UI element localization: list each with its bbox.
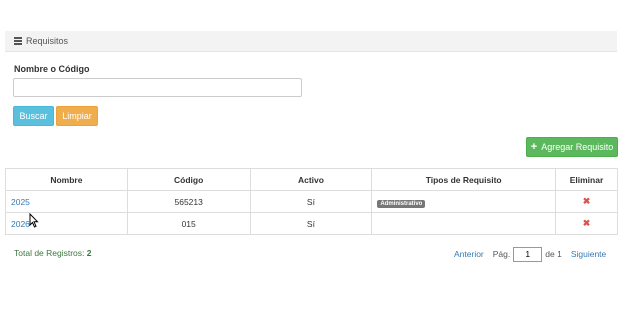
page-of-label: de 1 [545, 249, 562, 259]
total-records: Total de Registros: 2 [14, 248, 92, 258]
row-tipos [371, 212, 557, 235]
row-codigo: 565213 [126, 190, 251, 213]
column-header-eliminar: Eliminar [555, 168, 618, 191]
table-row: 2026 015 Sí ✖ [5, 212, 618, 235]
plus-icon: + [530, 140, 538, 153]
table-row: 2025 565213 Sí Administrativo ✖ [5, 190, 618, 213]
page-number-input[interactable] [513, 246, 543, 262]
row-activo: Sí [249, 190, 373, 213]
tipo-badge: Administrativo [377, 199, 426, 208]
close-icon[interactable]: ✖ [583, 196, 591, 206]
search-label: Nombre o Código [14, 64, 90, 74]
panel-header: Requisitos [5, 31, 617, 52]
column-header-nombre[interactable]: Nombre [5, 168, 128, 191]
mouse-cursor-icon [29, 213, 39, 228]
page-label: Pág. [492, 249, 511, 259]
prev-page-link[interactable]: Anterior [454, 249, 484, 259]
column-header-activo[interactable]: Activo [249, 168, 373, 191]
total-label: Total de Registros: [14, 248, 85, 258]
row-tipos: Administrativo [371, 190, 557, 213]
search-input[interactable] [13, 78, 302, 97]
total-value: 2 [86, 248, 92, 258]
pagination: Anterior Pág. de 1 Siguiente [454, 246, 606, 262]
search-button[interactable]: Buscar [13, 106, 54, 126]
add-requisito-button[interactable]: + Agregar Requisito [526, 137, 618, 157]
table-header-row: Nombre Código Activo Tipos de Requisito … [5, 168, 618, 191]
clear-button[interactable]: Limpiar [56, 106, 98, 126]
add-requisito-label: Agregar Requisito [541, 142, 614, 152]
row-nombre-link[interactable]: 2025 [5, 190, 128, 213]
row-delete[interactable]: ✖ [555, 212, 618, 235]
column-header-codigo[interactable]: Código [126, 168, 251, 191]
next-page-link[interactable]: Siguiente [571, 249, 606, 259]
row-codigo: 015 [126, 212, 251, 235]
column-header-tipos[interactable]: Tipos de Requisito [371, 168, 557, 191]
row-delete[interactable]: ✖ [555, 190, 618, 213]
row-activo: Sí [249, 212, 373, 235]
requisitos-table: Nombre Código Activo Tipos de Requisito … [5, 168, 618, 235]
panel-title: Requisitos [26, 36, 69, 46]
list-icon [14, 37, 22, 45]
row-nombre-link[interactable]: 2026 [5, 212, 128, 235]
close-icon[interactable]: ✖ [583, 218, 591, 228]
